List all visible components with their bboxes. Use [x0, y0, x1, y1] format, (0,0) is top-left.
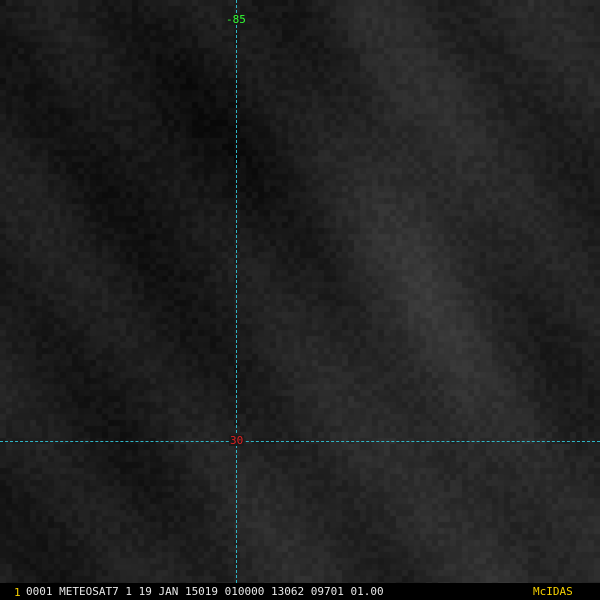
infrared-cloud-imagery — [0, 0, 600, 600]
frame-number: 1 — [14, 586, 21, 599]
mcidas-logo-text: McIDAS — [533, 585, 573, 598]
longitude-label: -85 — [225, 13, 247, 26]
satellite-image-view: -85 30 1 0001 METEOSAT7 1 19 JAN 15019 0… — [0, 0, 600, 600]
status-bar: 1 0001 METEOSAT7 1 19 JAN 15019 010000 1… — [0, 583, 600, 600]
image-metadata-text: 0001 METEOSAT7 1 19 JAN 15019 010000 130… — [26, 585, 384, 598]
latitude-label: 30 — [229, 434, 245, 447]
